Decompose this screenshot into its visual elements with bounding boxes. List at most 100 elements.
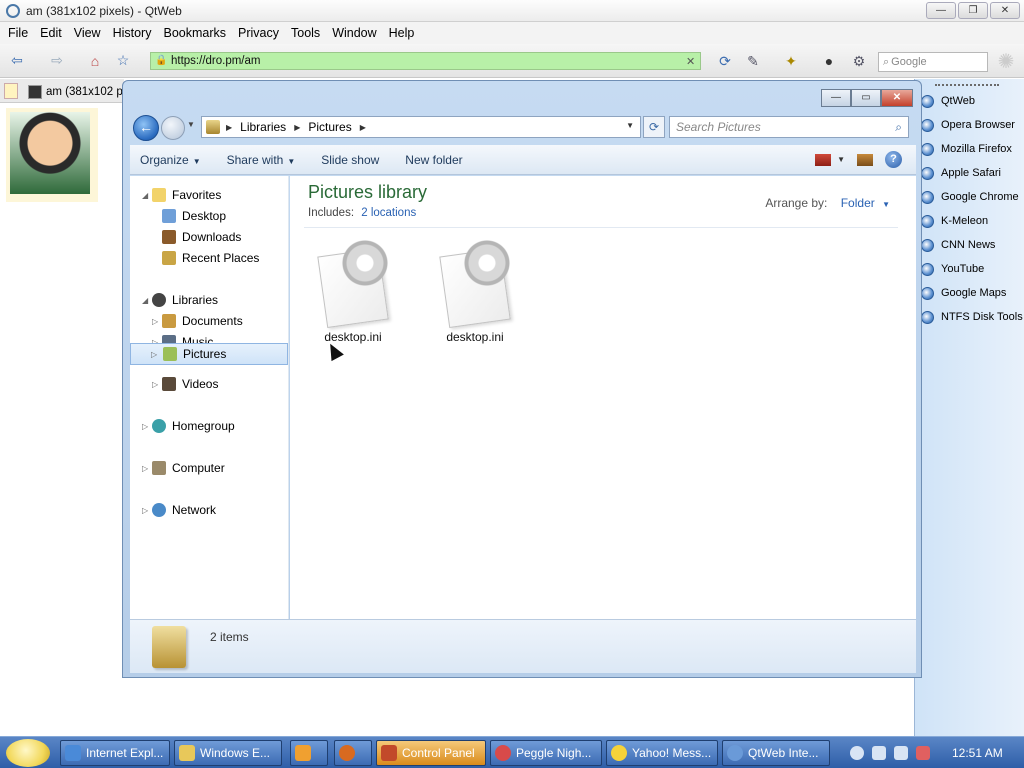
- task-peggle[interactable]: Peggle Nigh...: [490, 740, 602, 766]
- nav-downloads[interactable]: Downloads: [162, 227, 241, 247]
- start-button[interactable]: [6, 739, 50, 767]
- bookmark-item[interactable]: YouTube: [921, 261, 984, 277]
- collapse-arrow-icon[interactable]: ◢: [142, 296, 148, 305]
- nav-videos[interactable]: ▷ Videos: [152, 374, 218, 394]
- explorer-maximize-button[interactable]: ▭: [851, 89, 881, 107]
- gear-icon[interactable]: ✺: [994, 50, 1018, 74]
- menu-view[interactable]: View: [70, 26, 109, 40]
- expand-arrow-icon[interactable]: ▷: [142, 506, 148, 515]
- nav-documents[interactable]: ▷ Documents: [152, 311, 243, 331]
- explorer-forward-button[interactable]: [161, 116, 185, 140]
- back-icon[interactable]: ⇦: [8, 52, 26, 70]
- expand-arrow-icon[interactable]: ▷: [152, 317, 158, 326]
- collapse-arrow-icon[interactable]: ◢: [142, 191, 148, 200]
- bookmark-item[interactable]: CNN News: [921, 237, 995, 253]
- bookmark-item[interactable]: Opera Browser: [921, 117, 1015, 133]
- explorer-search-input[interactable]: Search Pictures ⌕: [669, 116, 909, 138]
- close-button[interactable]: ✕: [990, 2, 1020, 19]
- menu-help[interactable]: Help: [385, 26, 423, 40]
- new-tab-icon[interactable]: [4, 83, 18, 99]
- url-text[interactable]: https://dro.pm/am: [171, 55, 686, 67]
- share-with-button[interactable]: Share with ▼: [227, 153, 296, 167]
- nav-homegroup[interactable]: ▷ Homegroup: [142, 416, 235, 436]
- expand-arrow-icon[interactable]: ▷: [152, 380, 158, 389]
- minimize-button[interactable]: —: [926, 2, 956, 19]
- tools-icon[interactable]: ✎: [744, 52, 762, 70]
- arrange-by-dropdown[interactable]: Folder: [841, 196, 875, 210]
- bookmark-item[interactable]: QtWeb: [921, 93, 975, 109]
- explorer-refresh-button[interactable]: ⟳: [643, 116, 665, 138]
- menu-edit[interactable]: Edit: [36, 26, 70, 40]
- bookmark-item[interactable]: K-Meleon: [921, 213, 988, 229]
- breadcrumb-separator-icon[interactable]: ▶: [360, 123, 366, 132]
- organize-button[interactable]: Organize ▼: [140, 153, 201, 167]
- menu-bookmarks[interactable]: Bookmarks: [159, 26, 234, 40]
- expand-arrow-icon[interactable]: ▷: [142, 422, 148, 431]
- task-firefox[interactable]: [334, 740, 372, 766]
- help-icon[interactable]: ?: [885, 151, 902, 168]
- breadcrumb-separator-icon[interactable]: ▶: [226, 123, 232, 132]
- restore-button[interactable]: ❐: [958, 2, 988, 19]
- breadcrumb-separator-icon[interactable]: ▶: [294, 123, 300, 132]
- nav-libraries[interactable]: ◢ Libraries: [142, 290, 218, 310]
- home-icon[interactable]: ⌂: [86, 52, 104, 70]
- menu-window[interactable]: Window: [328, 26, 384, 40]
- recent-pages-chevron-icon[interactable]: ▼: [187, 120, 195, 129]
- explorer-minimize-button[interactable]: —: [821, 89, 851, 107]
- new-folder-button[interactable]: New folder: [405, 153, 462, 167]
- task-internet-explorer[interactable]: Internet Expl...: [60, 740, 170, 766]
- file-item[interactable]: desktop.ini: [298, 238, 408, 352]
- clear-url-icon[interactable]: ✕: [686, 55, 700, 68]
- explorer-address-bar[interactable]: ▶ Libraries ▶ Pictures ▶ ▼: [201, 116, 641, 138]
- sidebar-grip[interactable]: [935, 84, 999, 86]
- locations-link[interactable]: 2 locations: [361, 207, 416, 219]
- breadcrumb-libraries[interactable]: Libraries: [240, 120, 286, 134]
- task-control-panel[interactable]: Control Panel: [376, 740, 486, 766]
- task-yahoo-messenger[interactable]: Yahoo! Mess...: [606, 740, 718, 766]
- expand-arrow-icon[interactable]: ▷: [142, 464, 148, 473]
- slide-show-button[interactable]: Slide show: [321, 153, 379, 167]
- file-item[interactable]: desktop.ini: [420, 238, 530, 352]
- explorer-close-button[interactable]: ✕: [881, 89, 913, 107]
- menu-file[interactable]: File: [4, 26, 36, 40]
- nav-desktop[interactable]: Desktop: [162, 206, 226, 226]
- nav-favorites[interactable]: ◢ Favorites: [142, 185, 221, 205]
- messenger-tray-icon[interactable]: [850, 746, 864, 760]
- chevron-down-icon[interactable]: ▼: [882, 200, 890, 209]
- forward-icon[interactable]: ⇨: [48, 52, 66, 70]
- task-windows-explorer[interactable]: Windows E...: [174, 740, 282, 766]
- nav-network[interactable]: ▷ Network: [142, 500, 216, 520]
- settings-icon[interactable]: ⚙: [850, 52, 868, 70]
- search-icon[interactable]: ⌕: [895, 120, 902, 135]
- nav-pictures[interactable]: ▷ Pictures: [130, 343, 288, 365]
- address-bar[interactable]: 🔒 https://dro.pm/am ✕: [150, 52, 701, 70]
- explorer-back-button[interactable]: ←: [133, 115, 159, 141]
- change-view-icon[interactable]: [815, 153, 832, 166]
- bookmark-item[interactable]: NTFS Disk Tools: [921, 309, 1023, 325]
- volume-icon[interactable]: [916, 746, 930, 760]
- task-qtweb[interactable]: QtWeb Inte...: [722, 740, 830, 766]
- bookmark-item[interactable]: Google Chrome: [921, 189, 1019, 205]
- tab-image[interactable]: am (381x102 p: [28, 81, 123, 103]
- bookmark-item[interactable]: Mozilla Firefox: [921, 141, 1012, 157]
- chevron-down-icon[interactable]: ▼: [837, 155, 845, 164]
- menu-history[interactable]: History: [109, 26, 160, 40]
- reload-icon[interactable]: ⟳: [716, 52, 734, 70]
- nav-recent-places[interactable]: Recent Places: [162, 248, 259, 268]
- breadcrumb-pictures[interactable]: Pictures: [308, 120, 351, 134]
- preview-pane-icon[interactable]: [857, 153, 873, 166]
- web-search-input[interactable]: ⌕ Google: [878, 52, 988, 72]
- network-tray-icon[interactable]: [894, 746, 908, 760]
- task-media-player[interactable]: [290, 740, 328, 766]
- address-dropdown-icon[interactable]: ▼: [626, 121, 634, 130]
- clock[interactable]: 12:51 AM: [952, 746, 1003, 760]
- bookmark-item[interactable]: Google Maps: [921, 285, 1006, 301]
- expand-arrow-icon[interactable]: ▷: [151, 350, 157, 359]
- flag-icon[interactable]: [872, 746, 886, 760]
- bookmark-item[interactable]: Apple Safari: [921, 165, 1001, 181]
- menu-tools[interactable]: Tools: [287, 26, 328, 40]
- privacy-icon[interactable]: ●: [820, 52, 838, 70]
- menu-privacy[interactable]: Privacy: [234, 26, 287, 40]
- wand-icon[interactable]: ✦: [782, 52, 800, 70]
- nav-computer[interactable]: ▷ Computer: [142, 458, 225, 478]
